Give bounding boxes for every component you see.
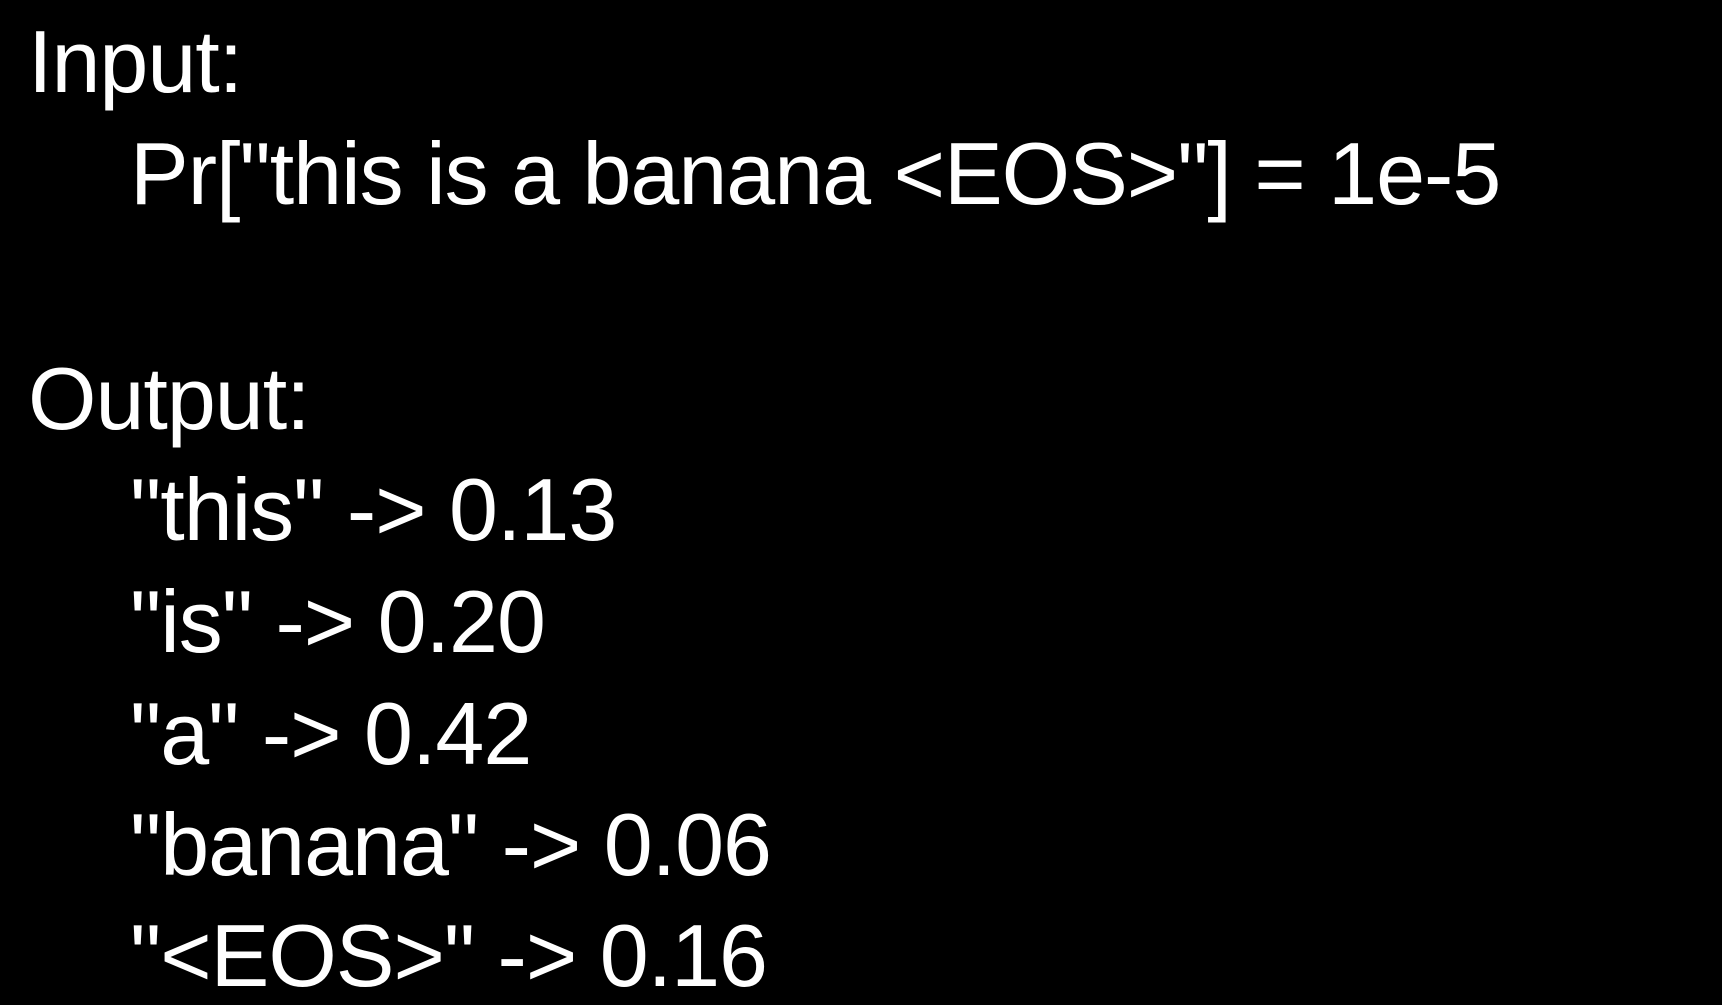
output-heading: Output:	[28, 349, 311, 448]
input-heading: Input:	[28, 12, 243, 111]
output-item-banana: "banana" -> 0.06	[130, 795, 772, 894]
output-item-this: "this" -> 0.13	[130, 460, 617, 559]
output-item-is: "is" -> 0.20	[130, 572, 546, 671]
slide: Input: Pr["this is a banana <EOS>"] = 1e…	[0, 0, 1722, 1000]
output-item-eos: "<EOS>" -> 0.16	[130, 906, 768, 1005]
output-item-a: "a" -> 0.42	[130, 684, 532, 783]
input-expression: Pr["this is a banana <EOS>"] = 1e-5	[130, 124, 1501, 223]
